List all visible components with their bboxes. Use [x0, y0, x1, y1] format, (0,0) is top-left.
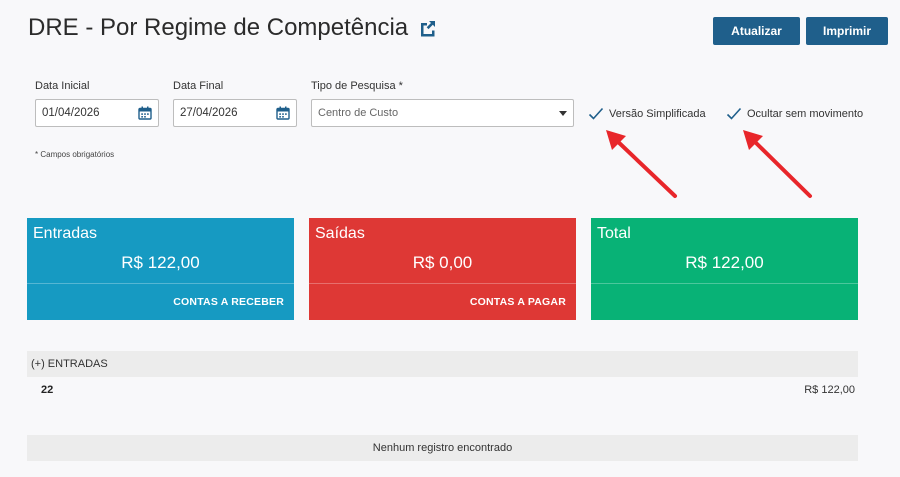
hide-no-movement-checkbox[interactable]: Ocultar sem movimento	[726, 106, 863, 122]
entradas-card: Entradas R$ 122,00 CONTAS A RECEBER	[27, 218, 294, 320]
accounts-receivable-link[interactable]: CONTAS A RECEBER	[173, 296, 284, 308]
total-card-value: R$ 122,00	[685, 253, 764, 272]
checkmark-icon	[726, 107, 742, 120]
calendar-icon[interactable]	[276, 106, 290, 120]
saidas-card: Saídas R$ 0,00 CONTAS A PAGAR	[309, 218, 576, 320]
refresh-button[interactable]: Atualizar	[713, 17, 800, 45]
page-title: DRE - Por Regime de Competência	[28, 14, 438, 42]
entradas-card-title: Entradas	[33, 225, 98, 242]
checkmark-icon	[588, 107, 604, 120]
print-button[interactable]: Imprimir	[806, 17, 888, 45]
required-fields-note: * Campos obrigatórios	[35, 150, 115, 159]
saidas-card-value: R$ 0,00	[412, 253, 473, 272]
row-value: R$ 122,00	[804, 384, 855, 396]
external-link-icon[interactable]	[418, 18, 438, 38]
chevron-down-icon	[559, 110, 567, 116]
start-date-value: 01/04/2026	[42, 107, 100, 119]
simplified-version-label: Versão Simplificada	[609, 108, 706, 120]
page-title-text: DRE - Por Regime de Competência	[28, 14, 409, 41]
search-type-select[interactable]: Centro de Custo	[311, 99, 574, 127]
accounts-payable-link[interactable]: CONTAS A PAGAR	[470, 296, 566, 308]
row-label: 22	[41, 384, 54, 396]
card-divider	[27, 283, 294, 284]
saidas-card-title: Saídas	[315, 225, 365, 242]
end-date-value: 27/04/2026	[180, 107, 238, 119]
entradas-section-header[interactable]: (+) ENTRADAS	[27, 351, 858, 377]
annotation-arrow-icon	[743, 130, 812, 198]
search-type-label: Tipo de Pesquisa *	[311, 80, 403, 92]
start-date-field[interactable]: 01/04/2026	[35, 99, 159, 127]
start-date-label: Data Inicial	[35, 80, 90, 92]
table-row: 22 R$ 122,00	[27, 377, 858, 403]
card-divider	[309, 283, 576, 284]
end-date-field[interactable]: 27/04/2026	[173, 99, 297, 127]
hide-no-movement-label: Ocultar sem movimento	[747, 108, 864, 120]
empty-results-message: Nenhum registro encontrado	[27, 435, 858, 461]
total-card-title: Total	[597, 225, 631, 242]
entradas-card-value: R$ 122,00	[121, 253, 200, 272]
annotation-arrow-icon	[606, 130, 677, 198]
simplified-version-checkbox[interactable]: Versão Simplificada	[588, 106, 706, 122]
card-divider	[591, 283, 858, 284]
end-date-label: Data Final	[173, 80, 224, 92]
calendar-icon[interactable]	[138, 106, 152, 120]
total-card: Total R$ 122,00	[591, 218, 858, 320]
search-type-value: Centro de Custo	[318, 107, 399, 119]
